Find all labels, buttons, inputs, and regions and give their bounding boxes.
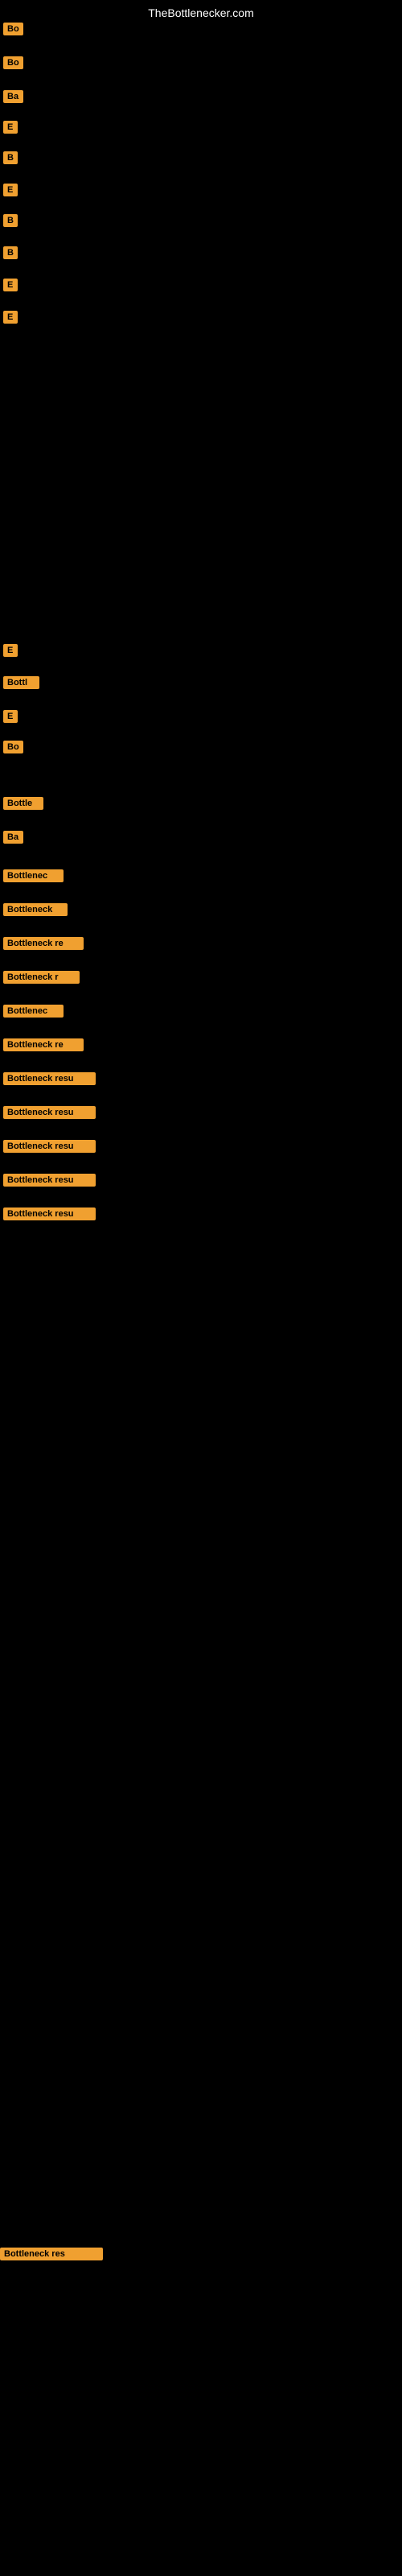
badge-17[interactable]: Bottlenec <box>3 869 64 882</box>
badge-16[interactable]: Ba <box>3 831 23 844</box>
badge-10[interactable]: E <box>3 311 18 324</box>
badge-5[interactable]: B <box>3 151 18 164</box>
badge-6[interactable]: E <box>3 184 18 196</box>
badge-4[interactable]: E <box>3 121 18 134</box>
badge-27[interactable]: Bottleneck resu <box>3 1208 96 1220</box>
badge-15[interactable]: Bottle <box>3 797 43 810</box>
badge-25[interactable]: Bottleneck resu <box>3 1140 96 1153</box>
badge-24[interactable]: Bottleneck resu <box>3 1106 96 1119</box>
site-title: TheBottlenecker.com <box>148 6 254 19</box>
badge-20[interactable]: Bottleneck r <box>3 971 80 984</box>
badge-13[interactable]: E <box>3 710 18 723</box>
badge-3[interactable]: Ba <box>3 90 23 103</box>
badge-22[interactable]: Bottleneck re <box>3 1038 84 1051</box>
badge-26[interactable]: Bottleneck resu <box>3 1174 96 1187</box>
badge-21[interactable]: Bottlenec <box>3 1005 64 1018</box>
badge-19[interactable]: Bottleneck re <box>3 937 84 950</box>
badge-12[interactable]: Bottl <box>3 676 39 689</box>
badge-2[interactable]: Bo <box>3 56 23 69</box>
badge-18[interactable]: Bottleneck <box>3 903 68 916</box>
badge-8[interactable]: B <box>3 246 18 259</box>
badge-14[interactable]: Bo <box>3 741 23 753</box>
badge-7[interactable]: B <box>3 214 18 227</box>
badge-28[interactable]: Bottleneck res <box>0 2248 103 2260</box>
badge-1[interactable]: Bo <box>3 23 23 35</box>
badge-9[interactable]: E <box>3 279 18 291</box>
badge-23[interactable]: Bottleneck resu <box>3 1072 96 1085</box>
badge-11[interactable]: E <box>3 644 18 657</box>
